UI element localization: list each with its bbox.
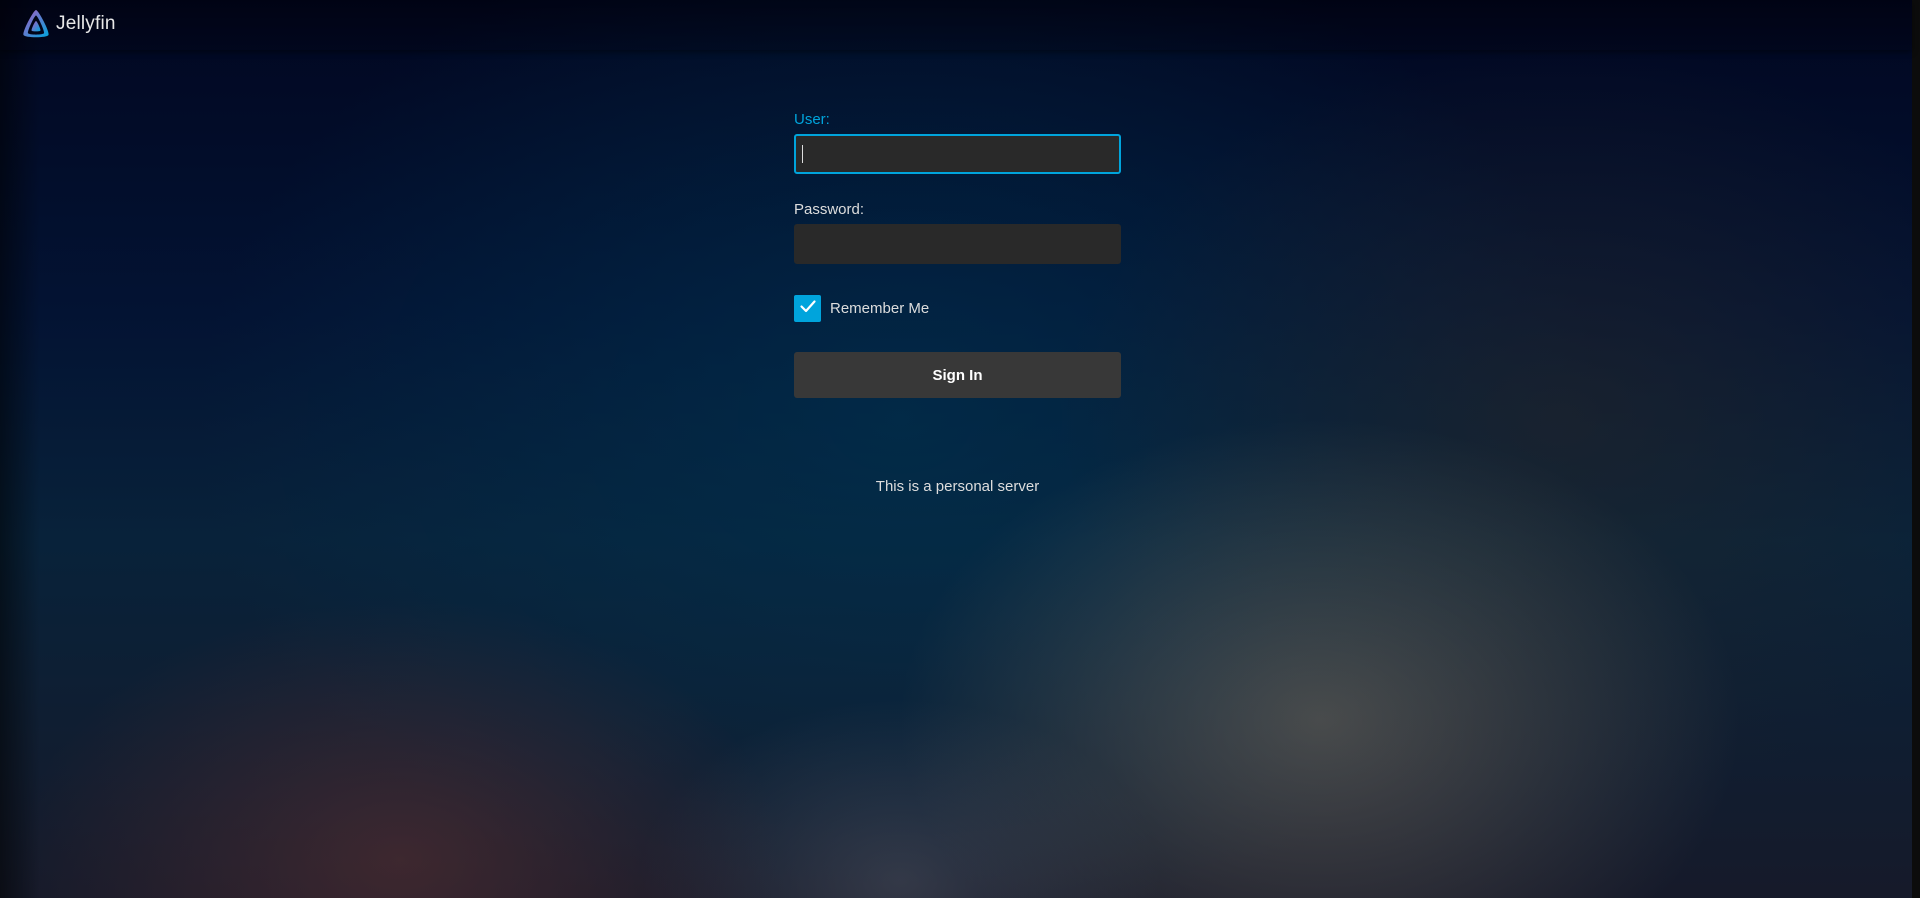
password-input[interactable] <box>794 224 1121 264</box>
remember-me-label: Remember Me <box>830 299 930 317</box>
checkmark-icon <box>799 297 817 320</box>
text-caret <box>802 145 803 163</box>
user-label: User: <box>794 111 830 128</box>
app-name: Jellyfin <box>56 13 116 34</box>
login-form: User: Password: Remember Me Sign In <box>794 110 1121 398</box>
remember-me-checkbox[interactable] <box>794 294 821 322</box>
header-bar: Jellyfin <box>0 0 1912 50</box>
left-vignette <box>0 0 40 898</box>
password-field-group: Password: <box>794 200 1121 264</box>
user-field-group: User: <box>794 110 1121 174</box>
jellyfin-logo-icon <box>20 8 52 40</box>
sign-in-button[interactable]: Sign In <box>794 352 1121 398</box>
user-input[interactable] <box>794 134 1121 174</box>
remember-me-row[interactable]: Remember Me <box>794 294 1121 322</box>
password-label: Password: <box>794 201 865 218</box>
server-disclaimer: This is a personal server <box>875 478 1040 495</box>
app-logo[interactable]: Jellyfin <box>20 8 116 40</box>
